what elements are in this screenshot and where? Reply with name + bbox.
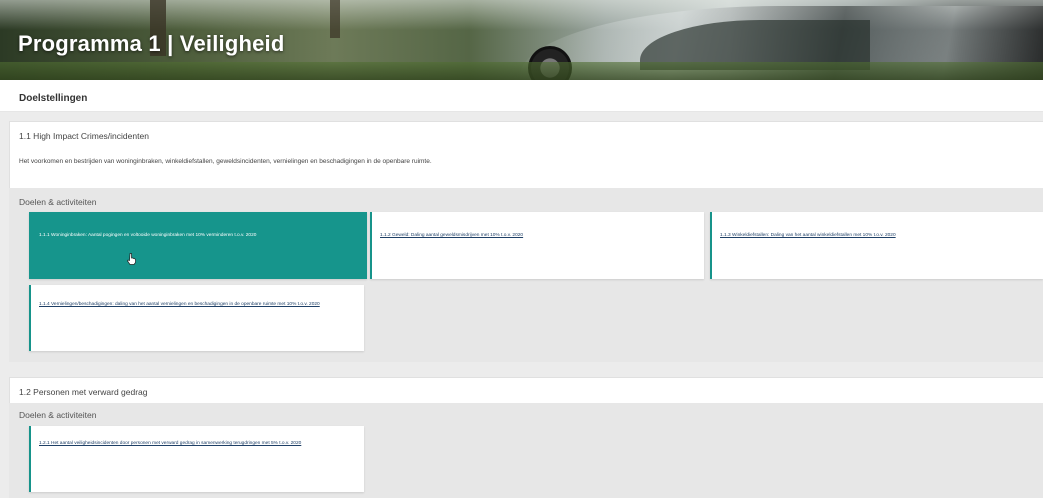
goal-description: Het voorkomen en bestrijden van woningin… <box>19 158 432 165</box>
section-title: Doelstellingen <box>19 93 88 104</box>
goal-card-1-1-3[interactable]: 1.1.3 Winkeldiefstallen: Daling van het … <box>710 212 1043 279</box>
goal-header <box>9 121 1043 188</box>
page-banner: Programma 1 | Veiligheid <box>0 0 1043 80</box>
hand-pointer-cursor-icon <box>127 253 136 265</box>
goal-card-link[interactable]: 1.1.1 Woninginbraken: Aantal pogingen en… <box>39 232 359 240</box>
goal-card-link[interactable]: 1.1.3 Winkeldiefstallen: Daling van het … <box>720 232 1035 240</box>
page-title: Programma 1 | Veiligheid <box>18 31 285 56</box>
doelen-activiteiten-label: Doelen & activiteiten <box>19 410 97 420</box>
goal-card-link[interactable]: 1.1.2 Geweld: Daling aantal geweldsmisdr… <box>380 232 696 240</box>
goal-card-1-1-4[interactable]: 1.1.4 Vernielingen/beschadigingen: dalin… <box>29 285 364 351</box>
goal-card-1-1-1[interactable]: 1.1.1 Woninginbraken: Aantal pogingen en… <box>29 212 367 279</box>
doelen-activiteiten-label: Doelen & activiteiten <box>19 197 97 207</box>
goal-title: 1.2 Personen met verward gedrag <box>19 387 148 397</box>
goal-card-link[interactable]: 1.1.4 Vernielingen/beschadigingen: dalin… <box>39 301 356 309</box>
goal-card-1-1-2[interactable]: 1.1.2 Geweld: Daling aantal geweldsmisdr… <box>370 212 704 279</box>
goal-title: 1.1 High Impact Crimes/incidenten <box>19 131 149 141</box>
goal-card-1-2-1[interactable]: 1.2.1 Het aantal veiligheidsincidenten d… <box>29 426 364 492</box>
goal-header <box>9 377 1043 403</box>
goal-card-link[interactable]: 1.2.1 Het aantal veiligheidsincidenten d… <box>39 440 356 448</box>
